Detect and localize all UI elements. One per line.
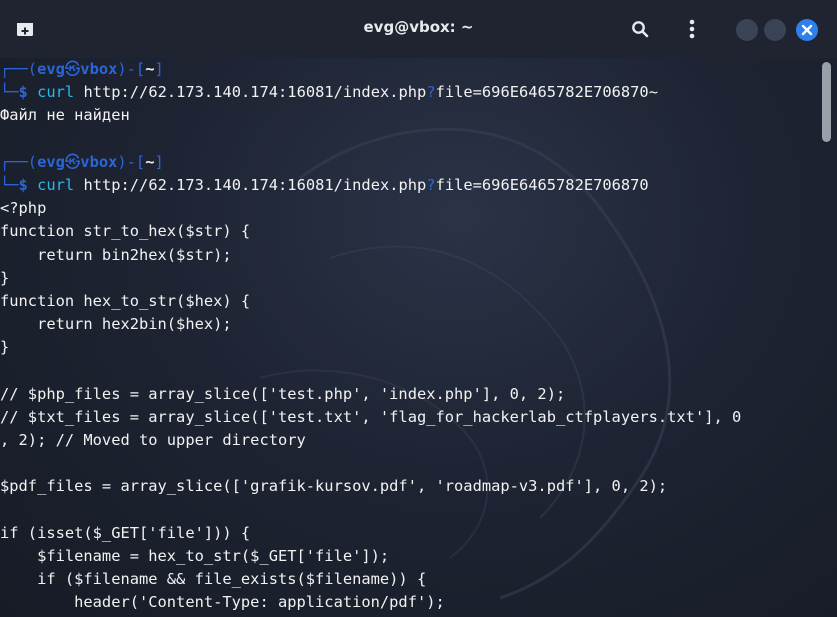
command-line: └─$ curl http://62.173.140.174:16081/ind…	[0, 174, 820, 197]
prompt-at-symbol: ㉿	[64, 60, 81, 78]
prompt-user: evg	[37, 60, 65, 78]
command-query: file=696E6465782E706870~	[435, 83, 658, 102]
output-line: <?php	[0, 199, 47, 218]
command-url: http://62.173.140.174:16081/index.php	[74, 175, 427, 194]
new-tab-icon	[17, 23, 33, 36]
prompt-bracket-open: )-[	[117, 60, 146, 78]
title-bar: evg@vbox: ~	[0, 0, 837, 58]
kebab-menu-icon	[689, 19, 695, 39]
search-icon	[632, 21, 649, 38]
prompt-dollar: $	[18, 83, 28, 102]
output-line: , 2); // Moved to upper directory	[0, 431, 306, 449]
prompt-host: vbox	[80, 60, 118, 78]
maximize-button[interactable]	[764, 19, 786, 41]
output-line: function str_to_hex($str) {	[0, 222, 251, 241]
menu-button[interactable]	[680, 17, 704, 41]
new-tab-button[interactable]	[14, 18, 36, 40]
prompt-line-top: ┌──(evg㉿vbox)-[~]	[0, 58, 820, 81]
prompt-bracket-open: )-[	[117, 152, 146, 171]
vertical-scrollbar[interactable]	[822, 62, 831, 612]
close-button[interactable]	[796, 19, 818, 41]
command-name: curl	[37, 83, 75, 102]
prompt-corner-top: ┌──(	[0, 152, 38, 171]
window-title: evg@vbox: ~	[363, 18, 474, 36]
close-icon	[801, 24, 813, 36]
prompt-corner-top: ┌──(	[0, 60, 38, 78]
prompt-corner-bottom: └─	[0, 175, 19, 194]
command-name: curl	[37, 175, 75, 194]
output-line: return bin2hex($str);	[0, 245, 232, 264]
output-line: $pdf_files = array_slice(['grafik-kursov…	[0, 477, 668, 496]
output-line: return hex2bin($hex);	[0, 315, 232, 334]
command-query-mark: ?	[426, 175, 436, 194]
scrollbar-thumb[interactable]	[822, 62, 831, 142]
search-button[interactable]	[628, 17, 652, 41]
prompt-corner-bottom: └─	[0, 83, 19, 102]
command-query-mark: ?	[426, 83, 436, 102]
output-line: }	[0, 268, 10, 287]
minimize-button[interactable]	[736, 19, 758, 41]
prompt-bracket-close: ]	[154, 152, 164, 171]
output-line: if ($filename && file_exists($filename))…	[0, 570, 427, 589]
prompt-bracket-close: ]	[154, 60, 164, 78]
prompt-dollar: $	[18, 175, 28, 194]
prompt-host: vbox	[80, 152, 118, 171]
output-line: Файл не найден	[0, 106, 130, 125]
output-line: if (isset($_GET['file'])) {	[0, 523, 251, 542]
output-line: header('Content-Type: application/pdf');	[0, 593, 445, 612]
terminal-output[interactable]: ┌──(evg㉿vbox)-[~] └─$ curl http://62.173…	[0, 58, 820, 617]
command-query: file=696E6465782E706870	[435, 175, 649, 194]
output-line: $filename = hex_to_str($_GET['file']);	[0, 546, 390, 565]
prompt-at-symbol: ㉿	[64, 152, 81, 171]
prompt-user: evg	[37, 152, 65, 171]
output-line: }	[0, 338, 10, 357]
prompt-line-top: ┌──(evg㉿vbox)-[~]	[0, 151, 820, 174]
output-line: // $php_files = array_slice(['test.php',…	[0, 384, 566, 403]
command-line: └─$ curl http://62.173.140.174:16081/ind…	[0, 81, 820, 104]
terminal-window: evg@vbox: ~ ┌──(evg㉿vbox)-[~] └─$ curl h…	[0, 0, 837, 617]
output-line: function hex_to_str($hex) {	[0, 291, 251, 310]
command-url: http://62.173.140.174:16081/index.php	[74, 83, 427, 102]
output-line: // $txt_files = array_slice(['test.txt',…	[0, 407, 742, 426]
